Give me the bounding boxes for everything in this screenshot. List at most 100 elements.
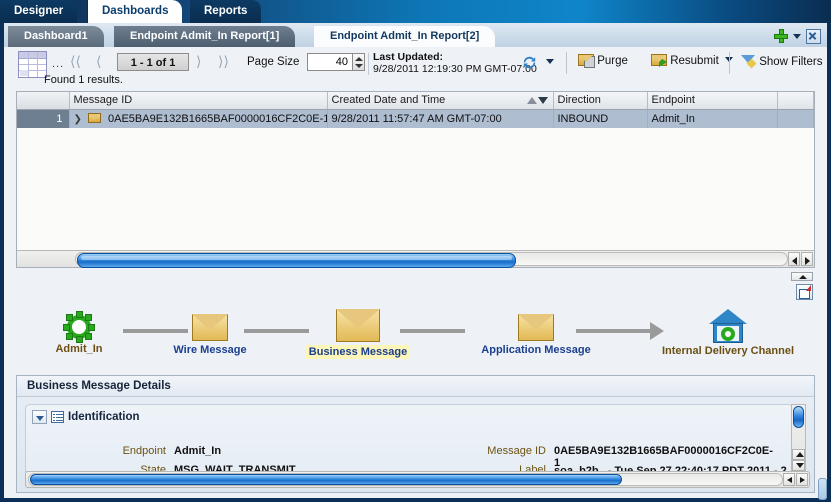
main-tab-designer[interactable]: Designer bbox=[0, 0, 78, 23]
results-table: Message ID Created Date and Time Directi… bbox=[16, 91, 815, 268]
details-vertical-scrollbar[interactable] bbox=[791, 404, 806, 472]
sub-tab-endpoint-report-2[interactable]: Endpoint Admit_In Report[2] bbox=[314, 26, 496, 47]
scroll-down-icon[interactable] bbox=[792, 460, 805, 471]
show-filters-label: Show Filters bbox=[759, 56, 823, 68]
scroll-right-icon[interactable] bbox=[796, 473, 808, 486]
flow-node-application-message[interactable]: Application Message bbox=[456, 314, 616, 356]
refresh-icon[interactable] bbox=[520, 53, 539, 72]
field-message-id-label: Message ID bbox=[487, 445, 546, 457]
last-updated-block: Last Updated: 9/28/2011 12:19:30 PM GMT-… bbox=[373, 51, 537, 75]
cell-endpoint: Admit_In bbox=[647, 109, 778, 128]
flow-node-label: Application Message bbox=[481, 344, 591, 356]
purge-label: Purge bbox=[597, 55, 628, 67]
business-message-details-panel: Business Message Details Identification … bbox=[16, 375, 815, 493]
first-page-icon[interactable]: ⟨⟨ bbox=[70, 55, 81, 69]
next-page-icon[interactable]: ⟩ bbox=[196, 55, 201, 69]
sub-tab-endpoint-report-1[interactable]: Endpoint Admit_In Report[1] bbox=[114, 26, 296, 47]
application-window: Designer Dashboards Reports Dashboard1 E… bbox=[0, 0, 831, 502]
sub-tab-bar: Dashboard1 Endpoint Admit_In Report[1] E… bbox=[4, 23, 827, 48]
flow-node-label: Wire Message bbox=[173, 344, 247, 356]
refresh-dropdown-icon[interactable] bbox=[546, 59, 554, 64]
resubmit-label: Resubmit bbox=[670, 55, 719, 67]
cell-message-id-text: 0AE5BA9E132B1665BAF0000016CF2C0E-1 bbox=[108, 112, 327, 125]
row-expand-icon[interactable]: ❯ bbox=[74, 114, 82, 125]
scrollbar-thumb[interactable] bbox=[793, 406, 804, 428]
last-page-icon[interactable]: ⟩⟩ bbox=[218, 55, 229, 69]
details-panel-title: Business Message Details bbox=[17, 376, 814, 397]
page-size-label: Page Size bbox=[247, 56, 300, 68]
scroll-right-icon[interactable] bbox=[801, 252, 813, 266]
message-flow-diagram: Admit_In Wire Message Business Message A… bbox=[16, 298, 815, 372]
column-header-direction[interactable]: Direction bbox=[553, 92, 648, 110]
column-header-created-label: Created Date and Time bbox=[331, 94, 446, 107]
flow-node-label: Admit_In bbox=[55, 343, 103, 355]
flow-node-internal-delivery-channel[interactable]: Internal Delivery Channel bbox=[638, 309, 818, 357]
cell-created: 9/28/2011 11:57:47 AM GMT-07:00 bbox=[327, 109, 554, 128]
column-header-message-id[interactable]: Message ID bbox=[69, 92, 328, 110]
close-icon[interactable] bbox=[806, 28, 821, 44]
cell-spacer bbox=[777, 109, 814, 128]
flow-node-label: Internal Delivery Channel bbox=[661, 345, 795, 357]
tab-controls bbox=[774, 26, 821, 46]
purge-icon bbox=[578, 54, 595, 68]
list-icon bbox=[51, 411, 64, 423]
top-navigation-bar: Designer Dashboards Reports bbox=[0, 0, 831, 23]
last-updated-label: Last Updated: bbox=[373, 51, 444, 63]
flow-node-admit-in[interactable]: Admit_In bbox=[36, 311, 122, 355]
page-range-indicator: 1 - 1 of 1 bbox=[117, 53, 189, 71]
scrollbar-thumb[interactable] bbox=[30, 474, 622, 485]
cell-row-number: 1 bbox=[17, 109, 70, 128]
sub-tab-dashboard1[interactable]: Dashboard1 bbox=[8, 26, 104, 47]
table-row[interactable]: 1 ❯ 0AE5BA9E132B1665BAF0000016CF2C0E-1 9… bbox=[17, 109, 814, 128]
results-count-label: Found 1 results. bbox=[44, 74, 123, 86]
flow-node-business-message[interactable]: Business Message bbox=[286, 309, 430, 359]
toolbar-overflow-icon[interactable]: ... bbox=[52, 58, 64, 70]
field-endpoint-label: Endpoint bbox=[122, 445, 166, 457]
scroll-left-icon[interactable] bbox=[783, 473, 795, 486]
column-header-created[interactable]: Created Date and Time bbox=[327, 92, 554, 110]
table-header-row: Message ID Created Date and Time Directi… bbox=[17, 92, 814, 110]
previous-page-icon[interactable]: ⟨ bbox=[96, 55, 101, 69]
column-header-spacer bbox=[777, 92, 814, 110]
house-gear-icon bbox=[709, 309, 747, 343]
flow-node-label: Business Message bbox=[305, 345, 411, 359]
filter-icon bbox=[741, 54, 756, 68]
envelope-icon bbox=[518, 314, 554, 341]
main-tab-dashboards[interactable]: Dashboards bbox=[88, 0, 183, 23]
purge-button[interactable]: Purge bbox=[578, 54, 628, 68]
page-vertical-scrollbar[interactable] bbox=[818, 478, 827, 500]
last-updated-value: 9/28/2011 12:19:30 PM GMT-07:00 bbox=[373, 63, 537, 75]
table-horizontal-scrollbar[interactable] bbox=[17, 250, 814, 268]
show-filters-button[interactable]: Show Filters bbox=[741, 54, 822, 68]
cell-message-id[interactable]: ❯ 0AE5BA9E132B1665BAF0000016CF2C0E-1 bbox=[69, 109, 328, 128]
scroll-left-icon[interactable] bbox=[788, 252, 800, 266]
envelope-icon bbox=[336, 309, 380, 342]
content-frame: Dashboard1 Endpoint Admit_In Report[1] E… bbox=[0, 23, 831, 502]
field-endpoint-value: Admit_In bbox=[174, 445, 222, 457]
flow-node-wire-message[interactable]: Wire Message bbox=[146, 314, 274, 356]
main-tab-reports[interactable]: Reports bbox=[190, 0, 262, 23]
resubmit-icon bbox=[651, 54, 667, 67]
chevron-down-icon[interactable] bbox=[32, 410, 47, 424]
page-size-stepper[interactable] bbox=[353, 53, 365, 71]
collapse-up-icon[interactable] bbox=[791, 272, 813, 281]
resubmit-button[interactable]: Resubmit bbox=[651, 54, 733, 67]
report-toolbar: ... ⟨⟨ ⟨ 1 - 1 of 1 ⟩ ⟩⟩ Found 1 results… bbox=[4, 47, 827, 87]
cell-direction: INBOUND bbox=[553, 109, 648, 128]
grid-icon[interactable] bbox=[18, 51, 47, 78]
sort-indicator-icon[interactable] bbox=[526, 95, 548, 107]
plus-icon[interactable] bbox=[774, 29, 788, 43]
scrollbar-thumb[interactable] bbox=[77, 253, 516, 268]
page-size-input[interactable]: 40 bbox=[307, 53, 353, 71]
gear-icon bbox=[63, 311, 95, 343]
identification-section-header[interactable]: Identification bbox=[32, 410, 140, 424]
details-horizontal-scrollbar[interactable] bbox=[25, 471, 810, 488]
column-header-endpoint[interactable]: Endpoint bbox=[647, 92, 778, 110]
column-header-rownum[interactable] bbox=[17, 92, 70, 110]
details-panel-body: Identification Endpoint Admit_In State M… bbox=[25, 404, 793, 472]
scroll-up-icon[interactable] bbox=[792, 449, 805, 460]
message-envelope-icon bbox=[87, 112, 101, 123]
chevron-down-icon[interactable] bbox=[793, 33, 801, 39]
envelope-icon bbox=[192, 314, 228, 341]
identification-section-title: Identification bbox=[68, 411, 140, 423]
